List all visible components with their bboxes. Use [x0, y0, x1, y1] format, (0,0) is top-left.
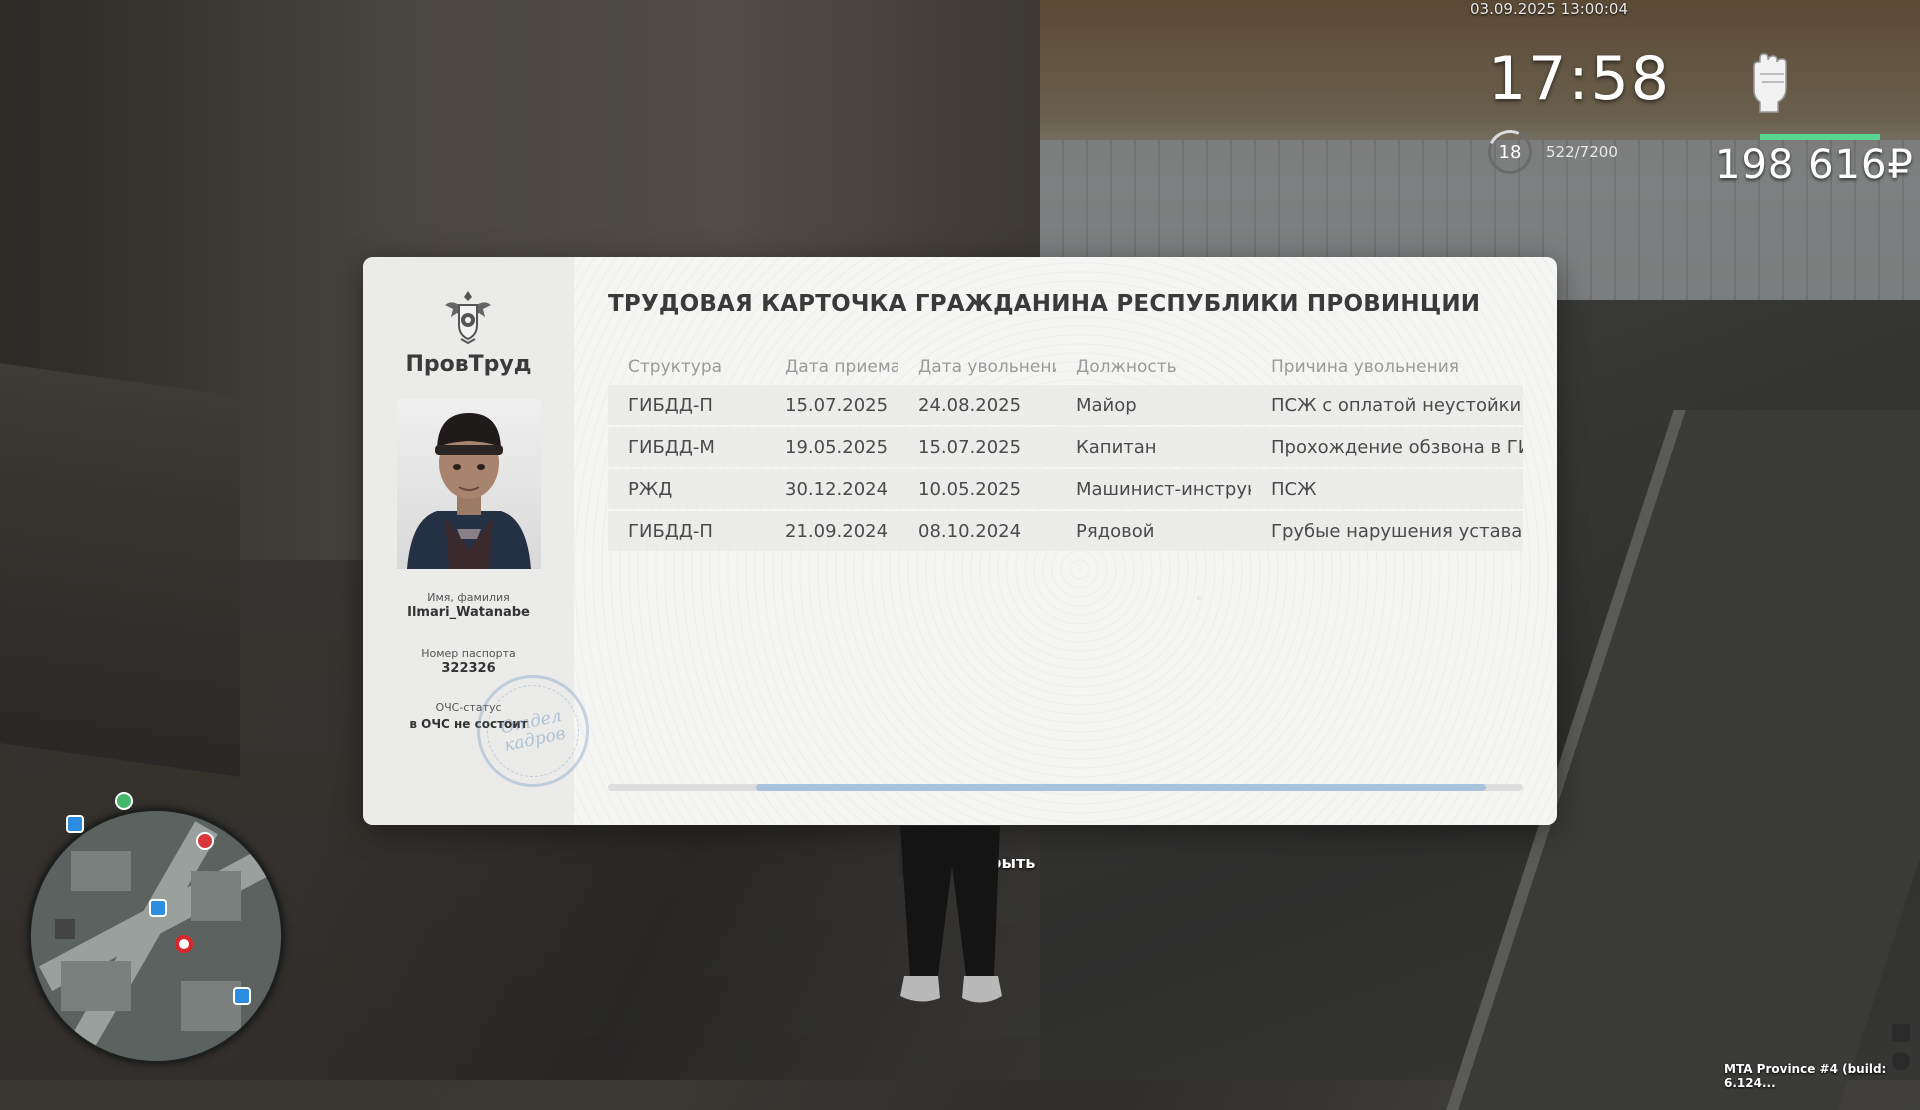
- minimap-player-marker: [175, 935, 193, 953]
- cell-hire-date: 19.05.2025: [785, 436, 889, 458]
- column-header-dismissal-date: Дата увольнени: [918, 357, 1056, 377]
- cell-dismissal-date: 15.07.2025: [918, 436, 1022, 458]
- minimap-edge-bus-icon: [66, 815, 84, 833]
- cell-structure: ГИБДД-П: [628, 394, 713, 416]
- table-header: Структура Дата приема Дата увольнени Дол…: [608, 355, 1523, 379]
- passport-value: 322326: [441, 661, 496, 676]
- employment-history-table: Структура Дата приема Дата увольнени Дол…: [608, 355, 1523, 553]
- cell-hire-date: 21.09.2024: [785, 520, 889, 542]
- minimap-marker-square: [55, 919, 75, 939]
- organization-name: ПровТруд: [405, 352, 532, 377]
- background-wall-corner: [0, 363, 240, 777]
- table-row: ГИБДД-П 21.09.2024 08.10.2024 Рядовой Гр…: [608, 511, 1523, 551]
- scrollbar-thumb[interactable]: [756, 784, 1486, 791]
- horizontal-scrollbar[interactable]: [608, 784, 1523, 791]
- cell-dismissal-reason: Прохождение обзвона в ГИБ: [1271, 436, 1523, 458]
- health-bar: [1760, 134, 1880, 140]
- cell-hire-date: 30.12.2024: [785, 478, 889, 500]
- name-label: Имя, фамилия: [427, 591, 510, 604]
- stamp-line-1: Отдел: [498, 705, 564, 739]
- table-row: ГИБДД-П 15.07.2025 24.08.2025 Майор ПСЖ …: [608, 385, 1523, 425]
- name-value: Ilmari_Watanabe: [407, 605, 530, 620]
- cell-dismissal-reason: Грубые нарушения устава.: [1271, 520, 1523, 542]
- xp-counter: 522/7200: [1546, 143, 1618, 161]
- stamp-line-2: кадров: [502, 723, 568, 757]
- microphone-icon[interactable]: [1892, 1024, 1910, 1042]
- cell-dismissal-date: 10.05.2025: [918, 478, 1022, 500]
- level-ring: 18: [1488, 130, 1532, 174]
- cell-dismissal-date: 08.10.2024: [918, 520, 1022, 542]
- cell-dismissal-reason: ПСЖ с оплатой неустойки.: [1271, 394, 1523, 416]
- minimap-ship-icon: [233, 987, 251, 1005]
- table-row: ГИБДД-М 19.05.2025 15.07.2025 Капитан Пр…: [608, 427, 1523, 467]
- coat-of-arms-icon: [445, 291, 491, 345]
- cell-position: Майор: [1076, 394, 1137, 416]
- citizen-portrait-image: [407, 413, 531, 569]
- cell-dismissal-date: 24.08.2025: [918, 394, 1022, 416]
- column-header-position: Должность: [1076, 357, 1177, 377]
- card-title: ТРУДОВАЯ КАРТОЧКА ГРАЖДАНИНА РЕСПУБЛИКИ …: [608, 291, 1481, 317]
- cell-structure: ГИБДД-П: [628, 520, 713, 542]
- settings-icon[interactable]: [1892, 1052, 1910, 1070]
- hr-department-stamp: Отдел кадров: [466, 664, 600, 798]
- minimap-building: [181, 981, 241, 1031]
- column-header-hire-date: Дата приема: [785, 357, 898, 377]
- minimap-building: [71, 851, 131, 891]
- minimap-building: [61, 961, 131, 1011]
- money-display: 198 616₽: [1715, 142, 1914, 188]
- card-sidebar: ПровТруд Имя, фамилия Ilmari_Watanabe Но…: [363, 257, 600, 825]
- cell-position: Машинист-инструкт: [1076, 478, 1251, 500]
- cell-structure: ГИБДД-М: [628, 436, 715, 458]
- hud-datetime: 03.09.2025 13:00:04: [1470, 0, 1629, 18]
- cell-hire-date: 15.07.2025: [785, 394, 889, 416]
- table-row: РЖД 30.12.2024 10.05.2025 Машинист-инстр…: [608, 469, 1523, 509]
- cell-structure: РЖД: [628, 478, 673, 500]
- passport-label: Номер паспорта: [421, 647, 516, 660]
- cell-dismissal-reason: ПСЖ: [1271, 478, 1317, 500]
- minimap-building: [191, 871, 241, 921]
- minimap-edge-green-icon: [115, 792, 133, 810]
- minimap-bus-icon: [149, 899, 167, 917]
- hud-clock: 17:58: [1488, 44, 1671, 114]
- player-character: [900, 826, 1002, 1003]
- citizen-photo: [397, 399, 541, 569]
- build-info: MTA Province #4 (build: 6.124...: [1724, 1062, 1887, 1090]
- fist-icon: [1753, 53, 1787, 113]
- level-value: 18: [1498, 141, 1522, 163]
- column-header-dismissal-reason: Причина увольнения: [1271, 357, 1459, 377]
- minimap[interactable]: [28, 808, 284, 1064]
- minimap-edge-red-icon: [196, 832, 214, 850]
- cell-position: Капитан: [1076, 436, 1157, 458]
- employment-card-modal: ПровТруд Имя, фамилия Ilmari_Watanabe Но…: [363, 257, 1557, 825]
- column-header-structure: Структура: [628, 357, 723, 377]
- cell-position: Рядовой: [1076, 520, 1155, 542]
